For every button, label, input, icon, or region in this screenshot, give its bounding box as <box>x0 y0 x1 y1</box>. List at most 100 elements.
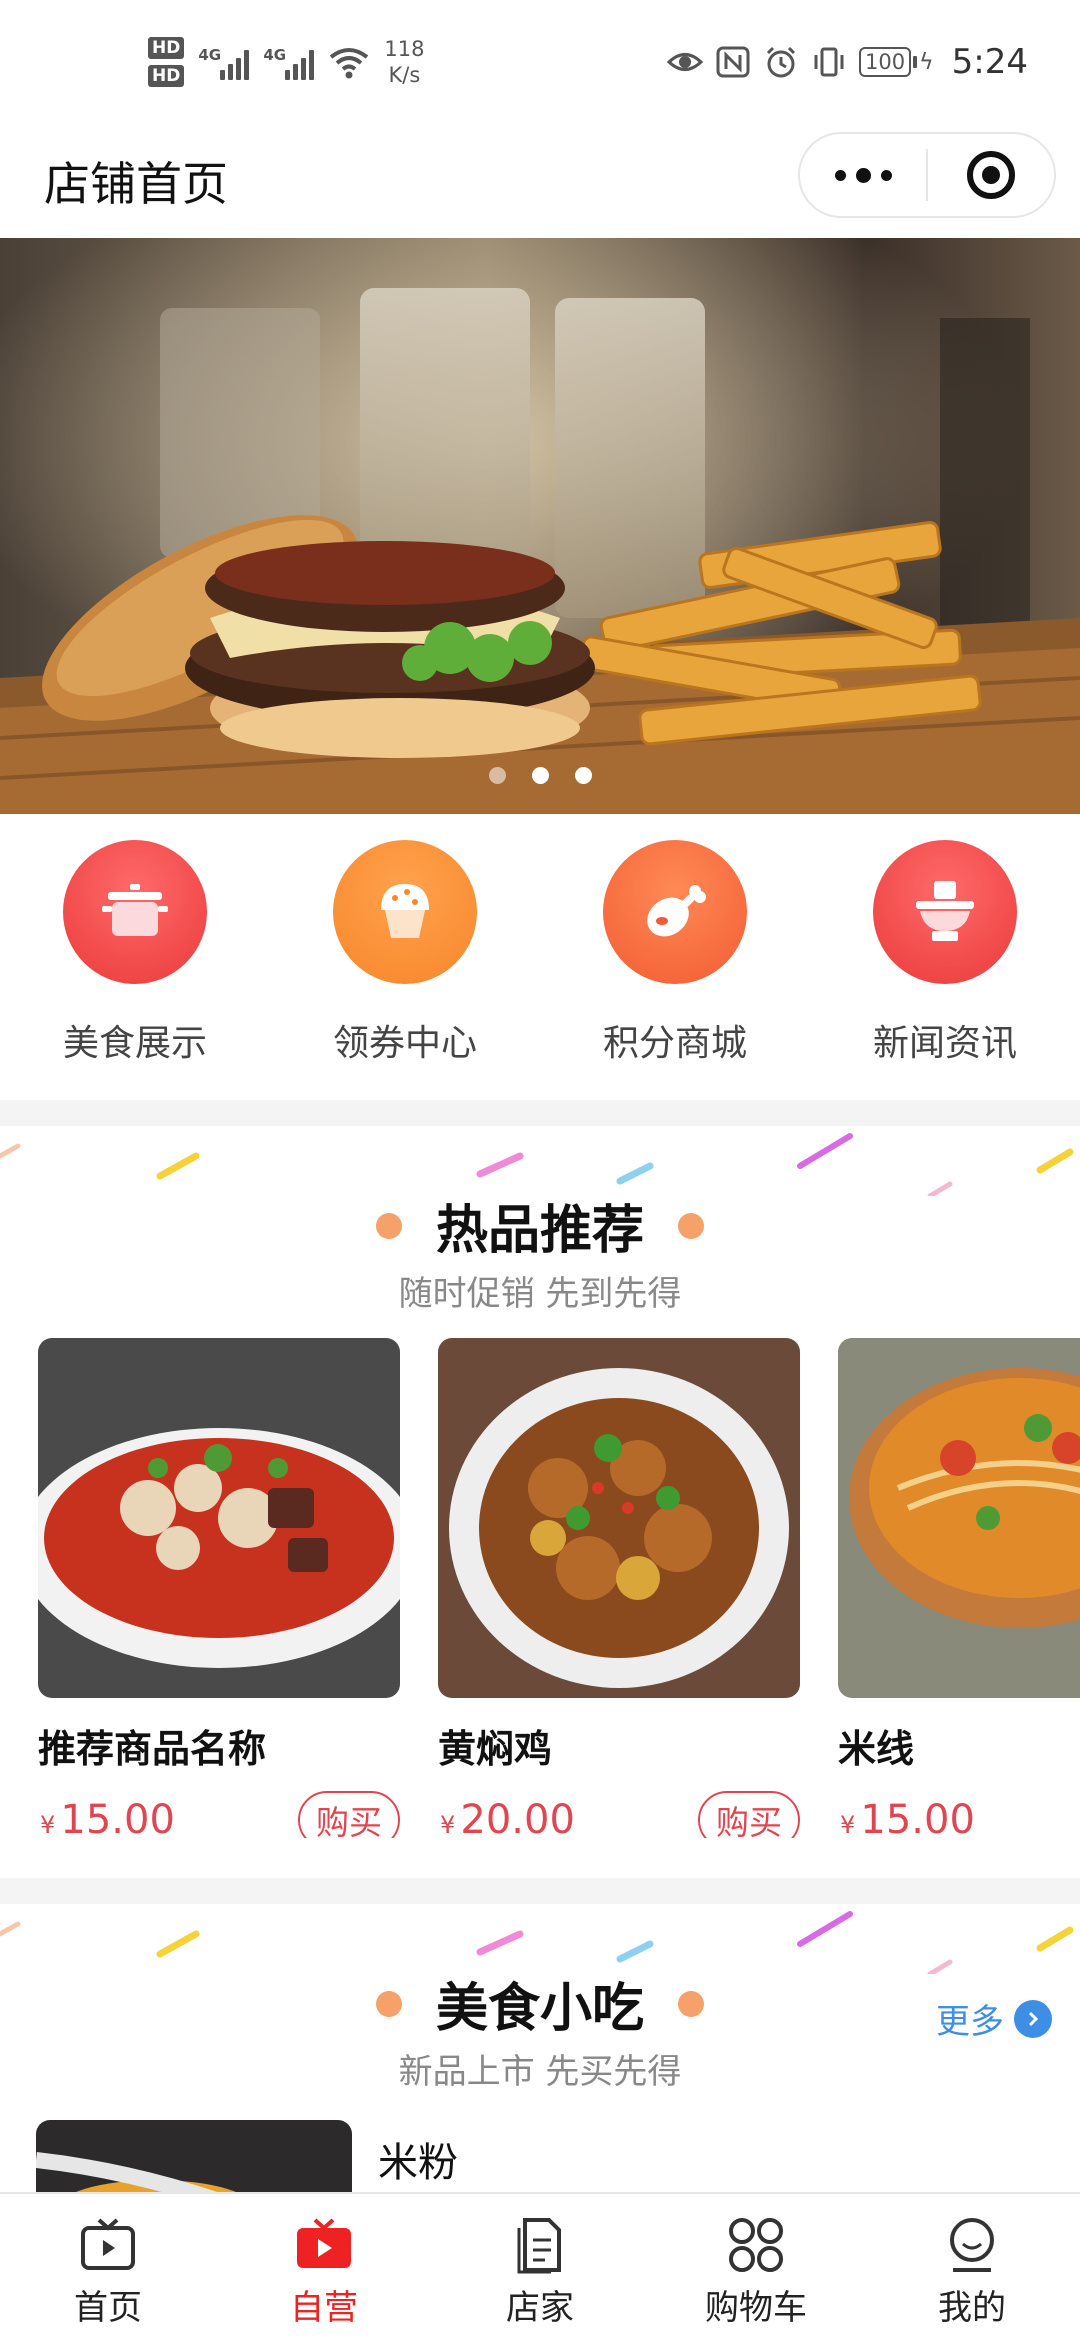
title-bar: 店铺首页 <box>0 130 1080 238</box>
list-item-name: 米粉 <box>378 2140 458 2186</box>
video-icon <box>297 2218 351 2268</box>
speed-value: 118 <box>384 37 425 61</box>
confetti-decoration <box>0 1911 1074 1974</box>
tab-cart[interactable]: 购物车 <box>648 2194 864 2340</box>
alarm-icon <box>766 46 796 78</box>
hd-indicators: HD HD <box>148 37 185 87</box>
hot-title-row: 热品推荐 <box>0 1188 1080 1263</box>
category-points-mall[interactable]: 积分商城 <box>540 826 810 1096</box>
miniprogram-capsule <box>798 132 1056 218</box>
speed-unit: K/s <box>388 63 421 87</box>
bottom-tab-bar: 首页 自营 店家 购物车 我的 <box>0 2192 1080 2340</box>
product-price: ¥ 20.00 <box>440 1797 575 1838</box>
currency-symbol: ¥ <box>40 1811 56 1838</box>
price-amount: 15.00 <box>60 1797 175 1838</box>
product-image[interactable] <box>38 1338 400 1698</box>
title-dot-right <box>678 1990 704 2017</box>
tab-label: 店家 <box>506 2288 574 2328</box>
tv-icon <box>81 2218 135 2270</box>
category-label: 新闻资讯 <box>872 1023 1017 1064</box>
category-label: 美食展示 <box>62 1023 207 1064</box>
cupcake-icon <box>333 840 477 984</box>
banner-carousel[interactable] <box>0 238 1080 814</box>
product-price: ¥ 15.00 <box>840 1797 975 1838</box>
product-image[interactable] <box>838 1338 1080 1698</box>
buy-button[interactable]: 购买 <box>698 1791 800 1838</box>
price-amount: 15.00 <box>860 1797 975 1838</box>
price-row: ¥ 20.00 购买 <box>438 1791 800 1838</box>
snack-section-title: 美食小吃 <box>435 1979 644 2039</box>
tab-home[interactable]: 首页 <box>0 2194 216 2340</box>
buy-button[interactable]: 购买 <box>298 1791 400 1838</box>
battery-icon: 100 ϟ <box>859 47 934 77</box>
hot-products-scroller[interactable]: 推荐商品名称 ¥ 15.00 购买 黄焖鸡 ¥ 20.00 购买 米线 ¥ 15… <box>38 1338 1080 1838</box>
signal-1-icon: 4G <box>198 44 250 80</box>
hot-section-header: 热品推荐 随时促销 先到先得 <box>0 1126 1080 1336</box>
product-image[interactable] <box>438 1338 800 1698</box>
category-news[interactable]: 新闻资讯 <box>810 826 1080 1096</box>
battery-level: 100 <box>859 47 912 77</box>
confetti-decoration <box>0 1133 1074 1196</box>
price-row: ¥ 15.00 <box>838 1791 1080 1838</box>
hd-badge-1: HD <box>148 37 185 59</box>
carousel-dot[interactable] <box>574 767 592 784</box>
currency-symbol: ¥ <box>440 1811 456 1838</box>
chevron-right-icon <box>1014 1999 1052 2038</box>
product-price: ¥ 15.00 <box>40 1797 175 1838</box>
eye-comfort-icon <box>667 53 704 71</box>
hd-badge-2: HD <box>148 65 185 87</box>
tab-profile[interactable]: 我的 <box>864 2194 1080 2340</box>
snack-title-row: 美食小吃 <box>0 1966 1080 2041</box>
product-card[interactable]: 米线 ¥ 15.00 <box>838 1338 1080 1838</box>
profile-icon <box>950 2218 994 2272</box>
clock: 5:24 <box>951 42 1028 82</box>
target-icon <box>966 151 1015 199</box>
category-nav: 美食展示 领券中心 积分商城 新闻资讯 <box>0 826 1080 1096</box>
more-link[interactable]: 更多 <box>936 1994 1052 2043</box>
product-card[interactable]: 黄焖鸡 ¥ 20.00 购买 <box>438 1338 800 1838</box>
status-bar: HD HD 4G 4G 118 K/s 100 ϟ 5:24 <box>0 0 1080 130</box>
section-divider <box>0 1878 1080 1904</box>
vibrate-icon <box>814 47 844 77</box>
more-dot-icon <box>834 169 846 181</box>
title-dot-left <box>375 1990 402 2017</box>
signal-2-icon: 4G <box>263 44 315 80</box>
carousel-dot[interactable] <box>488 767 506 784</box>
hot-section-subtitle: 随时促销 先到先得 <box>398 1274 682 1314</box>
hotpot-icon <box>873 840 1017 984</box>
tab-label: 首页 <box>74 2288 142 2328</box>
section-divider <box>0 1100 1080 1126</box>
store-home-page: HD HD 4G 4G 118 K/s 100 ϟ 5:24 店铺首页 美食展示… <box>0 0 1080 2340</box>
network-speed: 118 K/s <box>384 36 424 88</box>
close-miniprogram-button[interactable] <box>928 134 1054 216</box>
status-left-group: HD HD 4G 4G 118 K/s <box>148 36 424 88</box>
page-title: 店铺首页 <box>44 157 228 211</box>
charging-icon: ϟ <box>919 49 934 75</box>
grid-icon <box>729 2218 783 2272</box>
tab-label: 购物车 <box>705 2288 807 2328</box>
drumstick-icon <box>603 840 747 984</box>
category-label: 积分商城 <box>602 1023 747 1064</box>
title-dot-right <box>678 1212 704 1239</box>
category-coupon-center[interactable]: 领券中心 <box>270 826 540 1096</box>
currency-symbol: ¥ <box>840 1811 856 1838</box>
tab-merchants[interactable]: 店家 <box>432 2194 648 2340</box>
burger-fries-image <box>0 238 1080 814</box>
product-card[interactable]: 推荐商品名称 ¥ 15.00 购买 <box>38 1338 400 1838</box>
status-right-group: 100 ϟ 5:24 <box>667 42 1028 82</box>
snack-section-subtitle: 新品上市 先买先得 <box>398 2052 682 2092</box>
carousel-dot-active[interactable] <box>531 767 549 784</box>
category-food-display[interactable]: 美食展示 <box>0 826 270 1096</box>
tab-label: 我的 <box>938 2288 1006 2328</box>
tab-self-operated[interactable]: 自营 <box>216 2194 432 2340</box>
network-type-1: 4G <box>198 46 222 64</box>
network-type-2: 4G <box>263 46 287 64</box>
pot-icon <box>63 840 207 984</box>
snack-section-header: 美食小吃 更多 新品上市 先买先得 <box>0 1904 1080 2114</box>
category-label: 领券中心 <box>332 1023 477 1064</box>
price-amount: 20.00 <box>460 1797 575 1838</box>
more-menu-button[interactable] <box>800 134 926 216</box>
hot-section-title: 热品推荐 <box>435 1201 644 1261</box>
wifi-icon <box>330 48 369 79</box>
tab-label: 自营 <box>290 2288 358 2328</box>
